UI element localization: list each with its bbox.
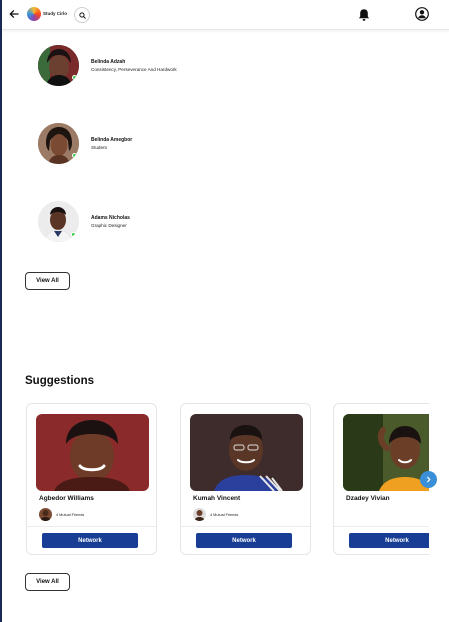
- person-name: Belinda Amegbor: [91, 136, 133, 143]
- suggestion-name: Agbedor Williams: [39, 495, 94, 502]
- suggestion-photo: [343, 414, 429, 491]
- search-icon: [78, 11, 86, 19]
- person-avatar: [38, 45, 79, 86]
- mutual-friends: 4 Mutual Friends: [193, 508, 238, 521]
- app-name: Study Cirlo: [43, 11, 68, 16]
- person-list-item[interactable]: Adams Nicholas Graphic Designer: [38, 201, 130, 242]
- suggestion-card: Dzadey Vivian Network: [333, 403, 429, 555]
- network-button[interactable]: Network: [349, 533, 429, 548]
- network-button[interactable]: Network: [196, 533, 292, 548]
- person-list-item[interactable]: Belinda Adzah Consistency, Perseverance …: [38, 45, 177, 86]
- mutual-friends-count: 4 Mutual Friends: [56, 512, 85, 517]
- suggestions-carousel[interactable]: Agbedor Williams 4 Mutual Friends Networ…: [25, 403, 429, 557]
- search-button[interactable]: [74, 7, 90, 23]
- online-status-dot: [71, 232, 76, 237]
- person-name: Belinda Adzah: [91, 58, 126, 65]
- person-role: Consistency, Perseverance And Hardwork: [91, 66, 177, 72]
- bell-icon[interactable]: [358, 8, 370, 22]
- back-arrow-icon[interactable]: [8, 8, 20, 20]
- mutual-friends: 4 Mutual Friends: [39, 508, 84, 521]
- mutual-friends-count: 4 Mutual Friends: [210, 512, 239, 517]
- network-button[interactable]: Network: [42, 533, 138, 548]
- chevron-right-icon: [427, 476, 431, 483]
- person-avatar: [38, 123, 79, 164]
- top-bar: Study Cirlo: [2, 0, 449, 30]
- carousel-next-button[interactable]: [420, 471, 437, 488]
- card-divider: [27, 526, 156, 527]
- mutual-friend-avatar: [193, 508, 206, 521]
- suggestion-photo: [36, 414, 149, 491]
- suggestion-photo: [190, 414, 303, 491]
- left-edge-bar: [0, 0, 2, 622]
- mutual-friend-avatar: [39, 508, 52, 521]
- person-avatar: [38, 201, 79, 242]
- online-status-dot: [72, 75, 77, 80]
- suggestions-heading: Suggestions: [25, 375, 95, 387]
- person-role: Student: [91, 144, 107, 150]
- user-account-icon[interactable]: [415, 7, 429, 21]
- person-list-item[interactable]: Belinda Amegbor Student: [38, 123, 132, 164]
- suggestion-card: Agbedor Williams 4 Mutual Friends Networ…: [26, 403, 157, 555]
- app-logo[interactable]: [27, 7, 41, 21]
- online-status-dot: [72, 153, 77, 158]
- suggestion-name: Kumah Vincent: [193, 495, 241, 502]
- suggestion-name: Dzadey Vivian: [346, 495, 390, 502]
- suggestion-card: Kumah Vincent 4 Mutual Friends Network: [180, 403, 311, 555]
- view-all-suggestions-button[interactable]: View All: [25, 573, 70, 591]
- person-name: Adams Nicholas: [91, 214, 130, 221]
- card-divider: [334, 526, 429, 527]
- card-divider: [181, 526, 310, 527]
- person-role: Graphic Designer: [91, 222, 127, 228]
- view-all-people-button[interactable]: View All: [25, 272, 70, 290]
